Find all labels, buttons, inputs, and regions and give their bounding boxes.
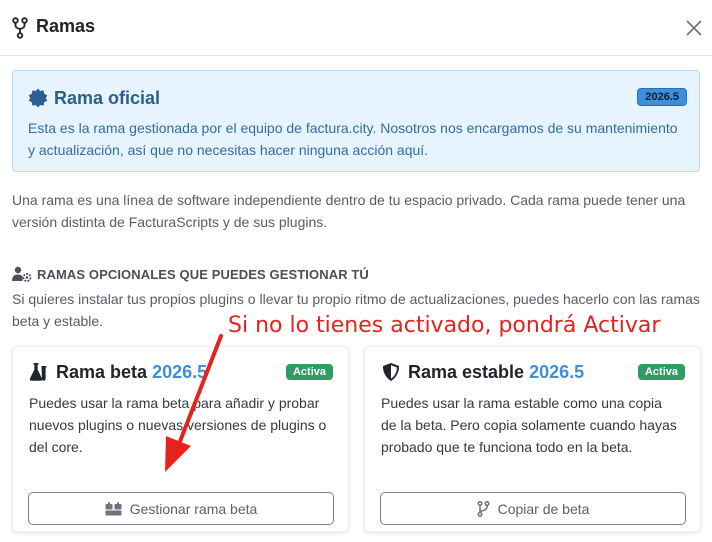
user-gear-icon	[12, 266, 32, 282]
close-icon[interactable]	[684, 18, 704, 38]
annotation-text: Si no lo tienes activado, pondrá Activar	[228, 313, 661, 338]
optional-branches-title: RAMAS OPCIONALES QUE PUEDES GESTIONAR TÚ	[37, 266, 369, 282]
annotation-arrow-icon	[165, 334, 223, 472]
official-branch-description: Esta es la rama gestionada por el equipo…	[28, 120, 678, 158]
git-branch-icon	[477, 500, 490, 517]
modal-title: Ramas	[36, 16, 96, 36]
copy-from-beta-label: Copiar de beta	[497, 500, 590, 517]
shield-icon	[382, 363, 400, 381]
stable-card-title: Rama estable 2026.5	[408, 362, 584, 383]
boxes-icon	[105, 501, 122, 515]
beta-title-text: Rama beta	[56, 362, 148, 382]
branch-intro-text: Una rama es una línea de software indepe…	[12, 192, 686, 230]
manage-beta-button[interactable]: Gestionar rama beta	[28, 492, 334, 525]
certificate-badge-icon	[28, 88, 48, 108]
beta-status-badge: Activa	[285, 364, 333, 380]
stable-version: 2026.5	[529, 362, 585, 382]
optional-branches-heading: RAMAS OPCIONALES QUE PUEDES GESTIONAR TÚ	[12, 266, 369, 282]
stable-status-badge: Activa	[637, 364, 685, 380]
stable-card-description: Puedes usar la rama estable como una cop…	[381, 395, 677, 455]
modal-header: Ramas	[0, 0, 712, 56]
manage-beta-label: Gestionar rama beta	[129, 500, 258, 517]
git-branch-icon	[12, 17, 28, 39]
official-version-badge: 2026.5	[637, 88, 687, 106]
official-branch-alert: Rama oficial 2026.5 Esta es la rama gest…	[12, 70, 700, 172]
stable-title-text: Rama estable	[408, 362, 525, 382]
stable-branch-card: Rama estable 2026.5 Activa Puedes usar l…	[364, 346, 701, 532]
flask-icon	[29, 363, 47, 381]
copy-from-beta-button[interactable]: Copiar de beta	[380, 492, 686, 525]
official-branch-title: Rama oficial	[54, 88, 161, 108]
